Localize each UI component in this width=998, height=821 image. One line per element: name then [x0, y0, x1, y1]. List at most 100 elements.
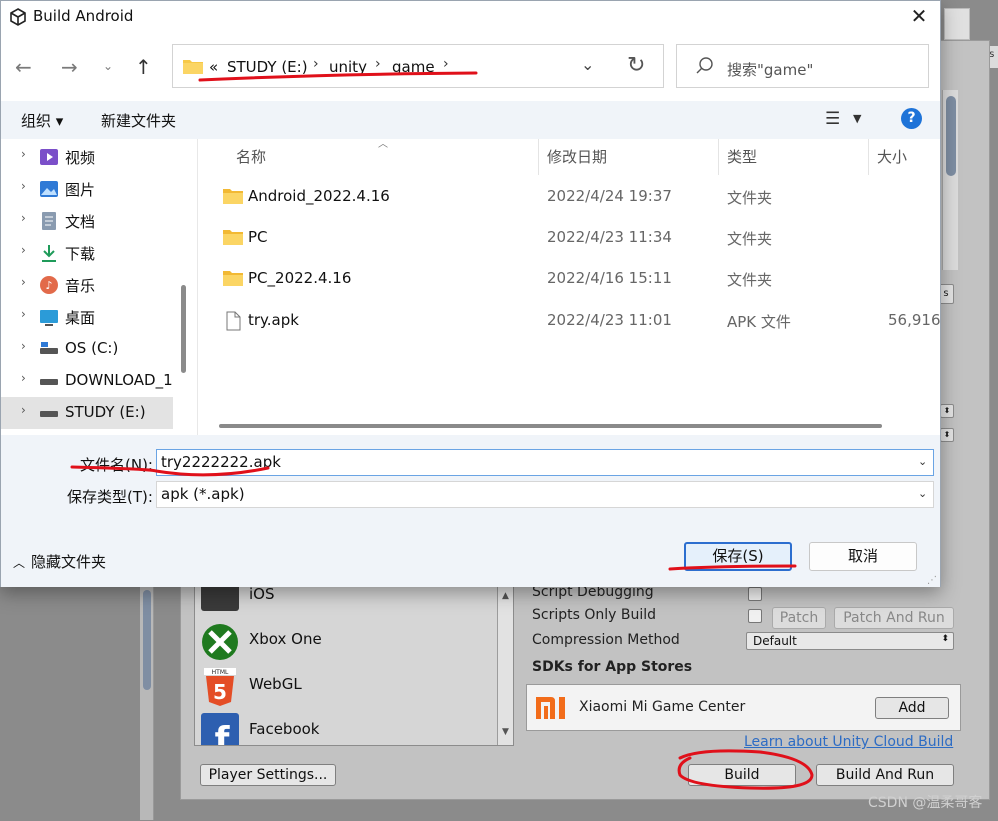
cancel-button[interactable]: 取消 — [809, 542, 917, 571]
scripts-only-build-checkbox[interactable] — [748, 609, 762, 623]
breadcrumb-study[interactable]: STUDY (E:) — [227, 58, 308, 76]
script-debugging-checkbox[interactable] — [748, 587, 762, 601]
pictures-icon — [39, 179, 59, 199]
column-header-name[interactable]: 名称 — [236, 146, 266, 167]
file-row[interactable]: Android_2022.4.16 2022/4/24 19:37 文件夹 — [198, 177, 941, 217]
hide-folders-toggle[interactable]: ︿ 隐藏文件夹 — [13, 551, 106, 572]
stepper-icon: ⬍ — [941, 634, 949, 644]
nav-item-download-drive[interactable]: › DOWNLOAD_1 — [1, 365, 173, 397]
dialog-titlebar[interactable]: Build Android ✕ — [1, 1, 940, 33]
scroll-thumb[interactable] — [143, 590, 151, 690]
chevron-right-icon[interactable]: › — [21, 307, 26, 321]
chevron-right-icon[interactable]: › — [21, 339, 26, 353]
file-row[interactable]: PC_2022.4.16 2022/4/16 15:11 文件夹 — [198, 259, 941, 299]
unity-stepper[interactable]: ⬍ — [940, 428, 954, 442]
column-divider[interactable] — [718, 139, 719, 175]
svg-text:5: 5 — [213, 680, 227, 704]
column-header-size[interactable]: 大小 — [877, 146, 907, 167]
learn-cloud-build-link[interactable]: Learn about Unity Cloud Build — [744, 734, 953, 750]
nav-item-music[interactable]: › ♪ 音乐 — [1, 269, 173, 301]
refresh-icon[interactable]: ↻ — [627, 53, 645, 78]
address-dropdown-icon[interactable]: ⌄ — [581, 55, 594, 74]
platform-item-webgl[interactable]: HTML 5 WebGL — [195, 663, 497, 708]
organize-button[interactable]: 组织 ▾ — [21, 110, 63, 131]
compression-method-dropdown[interactable]: Default ⬍ — [746, 632, 954, 650]
platform-item-facebook[interactable]: f Facebook — [195, 708, 497, 745]
file-row[interactable]: try.apk 2022/4/23 11:01 APK 文件 56,916 — [198, 301, 941, 341]
filename-field[interactable]: try2222222.apk — [156, 449, 934, 476]
column-divider[interactable] — [868, 139, 869, 175]
search-icon — [695, 56, 715, 76]
folder-icon — [223, 269, 243, 287]
patch-button[interactable]: Patch — [772, 607, 826, 629]
breadcrumb-separator-icon[interactable]: › — [313, 56, 319, 72]
file-row[interactable]: PC 2022/4/23 11:34 文件夹 — [198, 218, 941, 258]
breadcrumb-separator-icon[interactable]: › — [443, 56, 449, 72]
nav-item-documents[interactable]: › 文档 — [1, 205, 173, 237]
scroll-down-icon[interactable]: ▼ — [502, 727, 509, 737]
unity-window-tab[interactable] — [944, 8, 970, 40]
chevron-right-icon[interactable]: › — [21, 275, 26, 289]
nav-item-os-c[interactable]: › OS (C:) — [1, 333, 173, 365]
navigation-pane: › 视频 › 图片 › 文档 › 下载 › ♪ 音乐 › 桌面 › OS (C:… — [1, 139, 191, 435]
chevron-right-icon[interactable]: › — [21, 211, 26, 225]
resize-grip-icon[interactable]: ⋰ — [927, 575, 937, 586]
chevron-up-icon: ︿ — [13, 556, 26, 570]
scroll-thumb[interactable] — [219, 424, 882, 428]
dialog-footer: ︿ 隐藏文件夹 保存(S) 取消 ⋰ — [1, 519, 940, 587]
view-menu-icon[interactable]: ☰ — [825, 109, 840, 129]
nav-item-pictures[interactable]: › 图片 — [1, 173, 173, 205]
scroll-thumb[interactable] — [181, 285, 186, 373]
build-button[interactable]: Build — [688, 764, 796, 786]
unity-scrollbar[interactable] — [942, 90, 958, 270]
chevron-right-icon[interactable]: › — [21, 403, 26, 417]
music-icon: ♪ — [39, 275, 59, 295]
save-button[interactable]: 保存(S) — [684, 542, 792, 571]
file-list-horizontal-scrollbar[interactable] — [197, 417, 940, 435]
nav-item-videos[interactable]: › 视频 — [1, 141, 173, 173]
back-arrow-icon[interactable]: ← — [15, 55, 32, 79]
breadcrumb-game[interactable]: game — [392, 58, 435, 76]
address-bar[interactable]: « STUDY (E:) › unity › game › ⌄ ↻ — [172, 44, 664, 88]
new-folder-button[interactable]: 新建文件夹 — [101, 110, 176, 131]
xiaomi-logo-icon — [535, 695, 569, 721]
breadcrumb-overflow[interactable]: « — [209, 58, 218, 76]
unity-side-scrollbar[interactable] — [140, 580, 154, 820]
drive-icon — [39, 339, 59, 359]
platform-item-ios[interactable]: iOS — [195, 587, 497, 618]
search-input[interactable]: 搜索"game" — [676, 44, 929, 88]
build-and-run-button[interactable]: Build And Run — [816, 764, 954, 786]
nav-item-study-e[interactable]: › STUDY (E:) — [1, 397, 173, 429]
chevron-right-icon[interactable]: › — [21, 371, 26, 385]
player-settings-button[interactable]: Player Settings... — [200, 764, 336, 786]
chevron-down-icon[interactable]: ⌄ — [918, 455, 927, 468]
column-header-type[interactable]: 类型 — [727, 146, 757, 167]
chevron-right-icon[interactable]: › — [21, 147, 26, 161]
platform-list: iOS Xbox One HTML 5 WebGL f Facebook ▲ ▼ — [194, 586, 514, 746]
folder-icon — [183, 58, 203, 74]
close-icon[interactable]: ✕ — [897, 1, 941, 33]
view-dropdown-icon[interactable]: ▼ — [853, 112, 861, 125]
chevron-down-icon[interactable]: ⌄ — [918, 487, 927, 500]
nav-item-downloads[interactable]: › 下载 — [1, 237, 173, 269]
up-arrow-icon[interactable]: ↑ — [135, 55, 152, 79]
chevron-right-icon[interactable]: › — [21, 179, 26, 193]
help-icon[interactable]: ? — [901, 108, 922, 129]
patch-and-run-button[interactable]: Patch And Run — [834, 607, 954, 629]
platform-list-scrollbar[interactable]: ▲ ▼ — [497, 587, 513, 745]
breadcrumb-separator-icon[interactable]: › — [375, 56, 381, 72]
forward-arrow-icon[interactable]: → — [61, 55, 78, 79]
chevron-right-icon[interactable]: › — [21, 243, 26, 257]
filetype-select[interactable]: apk (*.apk) — [156, 481, 934, 508]
column-header-modified[interactable]: 修改日期 — [547, 146, 607, 167]
platform-item-xbox-one[interactable]: Xbox One — [195, 618, 497, 663]
unity-stepper[interactable]: ⬍ — [940, 404, 954, 418]
navigation-scrollbar[interactable] — [179, 139, 191, 435]
scroll-up-icon[interactable]: ▲ — [502, 591, 509, 601]
add-sdk-button[interactable]: Add — [875, 697, 949, 719]
scroll-thumb[interactable] — [946, 96, 956, 176]
nav-item-desktop[interactable]: › 桌面 — [1, 301, 173, 333]
breadcrumb-unity[interactable]: unity — [329, 58, 367, 76]
column-divider[interactable] — [538, 139, 539, 175]
recent-locations-chevron-icon[interactable]: ⌄ — [103, 59, 113, 73]
